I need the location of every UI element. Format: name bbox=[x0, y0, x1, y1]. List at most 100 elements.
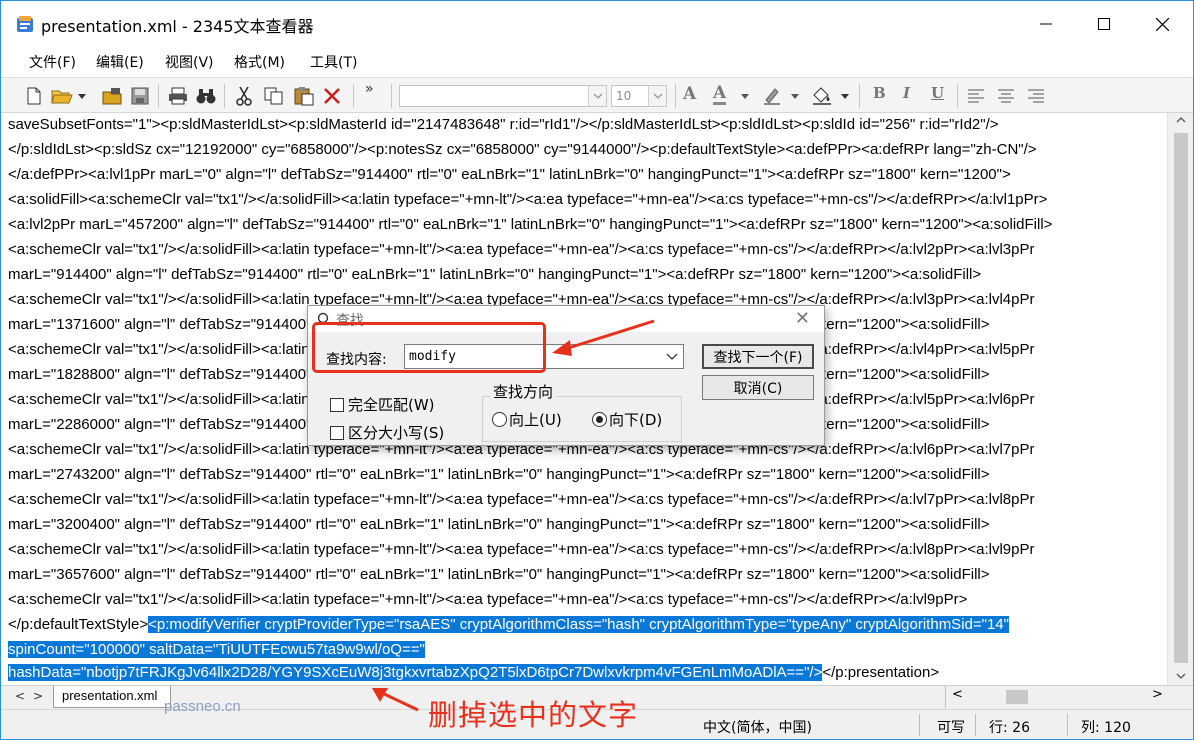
text-line[interactable]: spinCount="100000" saltData="TiUUTFEcwu5… bbox=[8, 638, 425, 662]
paste-button[interactable] bbox=[293, 85, 315, 107]
open-folder-icon bbox=[51, 90, 73, 104]
plain-text: </p:presentation> bbox=[822, 664, 940, 681]
selected-text[interactable]: <p:modifyVerifier cryptProviderType="rsa… bbox=[148, 616, 1009, 633]
font-size-select[interactable]: 10 bbox=[611, 85, 667, 107]
chevron-down-icon[interactable] bbox=[791, 94, 799, 99]
scroll-left-icon[interactable]: < bbox=[952, 687, 963, 702]
menu-tools[interactable]: 工具(T) bbox=[310, 52, 357, 72]
menu-file[interactable]: 文件(F) bbox=[29, 52, 76, 72]
delete-button[interactable] bbox=[321, 85, 343, 107]
text-line[interactable]: <a:schemeClr val="tx1"/></a:solidFill><a… bbox=[8, 238, 1035, 262]
save-icon bbox=[131, 87, 149, 105]
text-line[interactable]: marL="3200400" algn="l" defTabSz="914400… bbox=[8, 513, 990, 537]
chevron-down-icon bbox=[648, 86, 666, 106]
match-case-checkbox[interactable]: 区分大小写(S) bbox=[330, 422, 444, 443]
scroll-thumb[interactable] bbox=[1006, 690, 1028, 704]
text-line[interactable]: </p:sldIdLst><p:sldSz cx="12192000" cy="… bbox=[8, 138, 1037, 162]
copy-icon bbox=[264, 87, 283, 105]
align-left-icon bbox=[968, 89, 984, 103]
radio-dot bbox=[492, 412, 507, 427]
bold-button[interactable]: B bbox=[873, 84, 886, 102]
open-dropdown-button[interactable] bbox=[75, 85, 89, 107]
align-left-button[interactable] bbox=[965, 85, 987, 107]
chevron-down-icon[interactable] bbox=[841, 94, 849, 99]
maximize-button[interactable] bbox=[1075, 1, 1133, 47]
tab-prev-icon[interactable]: < bbox=[15, 689, 25, 703]
scroll-down-icon[interactable] bbox=[1176, 673, 1186, 679]
direction-down-radio[interactable]: 向下(D) bbox=[592, 409, 662, 430]
vertical-scrollbar[interactable] bbox=[1167, 113, 1193, 685]
checkbox-box bbox=[330, 425, 344, 440]
find-button[interactable] bbox=[195, 85, 217, 107]
cut-button[interactable] bbox=[233, 85, 255, 107]
scissors-icon bbox=[236, 86, 252, 106]
find-next-button[interactable]: 查找下一个(F) bbox=[702, 344, 814, 369]
app-icon bbox=[17, 16, 33, 32]
dialog-close-icon[interactable]: ✕ bbox=[795, 308, 810, 329]
app-window: presentation.xml - 2345文本查看器 文件(F) 编辑(E)… bbox=[0, 0, 1194, 740]
italic-button[interactable]: I bbox=[903, 84, 910, 102]
chevron-down-icon bbox=[78, 93, 86, 99]
watermark: passneo.cn bbox=[164, 698, 241, 715]
font-style-button[interactable]: A bbox=[683, 84, 696, 104]
text-line[interactable]: </p:defaultTextStyle><p:modifyVerifier c… bbox=[8, 613, 1009, 637]
tab-next-icon[interactable]: > bbox=[33, 689, 43, 703]
highlight-button[interactable] bbox=[761, 85, 783, 107]
row-status: 行: 26 bbox=[989, 720, 1030, 736]
scroll-thumb[interactable] bbox=[1174, 133, 1188, 663]
menu-format[interactable]: 格式(M) bbox=[234, 52, 285, 72]
align-right-icon bbox=[1028, 89, 1044, 103]
text-line[interactable]: <a:solidFill><a:schemeClr val="tx1"/></a… bbox=[8, 188, 1047, 212]
text-line[interactable]: marL="2743200" algn="l" defTabSz="914400… bbox=[8, 463, 990, 487]
chevron-down-icon bbox=[588, 86, 606, 106]
text-line[interactable]: saveSubsetFonts="1"><p:sldMasterIdLst><p… bbox=[8, 113, 999, 137]
fill-color-button[interactable] bbox=[811, 85, 833, 107]
minimize-button[interactable] bbox=[1017, 1, 1075, 47]
minimize-icon bbox=[1040, 23, 1052, 25]
text-line[interactable]: <a:schemeClr val="tx1"/></a:solidFill><a… bbox=[8, 488, 1035, 512]
save-button[interactable] bbox=[129, 85, 151, 107]
window-title: presentation.xml - 2345文本查看器 bbox=[41, 17, 314, 36]
open-recent-button[interactable] bbox=[101, 85, 123, 107]
selected-text[interactable]: spinCount="100000" saltData="TiUUTFEcwu5… bbox=[8, 641, 425, 658]
title-bar: presentation.xml - 2345文本查看器 bbox=[1, 1, 1193, 47]
text-line[interactable]: <a:lvl2pPr marL="457200" algn="l" defTab… bbox=[8, 213, 1052, 237]
direction-up-label: 向上(U) bbox=[509, 411, 562, 429]
horizontal-scrollbar[interactable]: < > bbox=[945, 686, 1167, 708]
text-line[interactable]: hashData="nbotjp7tFRJKgJv64llx2D28/YGY9S… bbox=[8, 661, 939, 685]
chevron-down-icon[interactable] bbox=[663, 346, 681, 367]
new-file-icon bbox=[27, 87, 41, 105]
text-line[interactable]: marL="914400" algn="l" defTabSz="914400"… bbox=[8, 263, 981, 287]
direction-up-radio[interactable]: 向上(U) bbox=[492, 409, 562, 430]
printer-icon bbox=[169, 87, 187, 105]
match-whole-checkbox[interactable]: 完全匹配(W) bbox=[330, 394, 435, 415]
selected-text[interactable]: hashData="nbotjp7tFRJKgJv64llx2D28/YGY9S… bbox=[8, 664, 823, 681]
direction-group-title: 查找方向 bbox=[490, 381, 557, 402]
underline-button[interactable]: U bbox=[931, 84, 944, 102]
open-file-button[interactable] bbox=[51, 85, 73, 107]
toolbar-overflow-icon[interactable]: » bbox=[365, 81, 374, 97]
scroll-up-icon[interactable] bbox=[1176, 117, 1186, 123]
align-center-button[interactable] bbox=[995, 85, 1017, 107]
new-file-button[interactable] bbox=[23, 85, 45, 107]
font-color-button[interactable]: A bbox=[713, 84, 727, 105]
match-whole-label: 完全匹配(W) bbox=[348, 396, 435, 414]
encoding-status: 中文(简体，中国) bbox=[703, 720, 812, 736]
chevron-down-icon[interactable] bbox=[741, 94, 749, 99]
text-line[interactable]: <a:schemeClr val="tx1"/></a:solidFill><a… bbox=[8, 538, 1035, 562]
menu-view[interactable]: 视图(V) bbox=[165, 52, 214, 72]
copy-button[interactable] bbox=[263, 85, 285, 107]
menu-edit[interactable]: 编辑(E) bbox=[96, 52, 144, 72]
delete-x-icon bbox=[324, 88, 340, 104]
text-line[interactable]: <a:schemeClr val="tx1"/></a:solidFill><a… bbox=[8, 588, 967, 612]
print-button[interactable] bbox=[167, 85, 189, 107]
text-line[interactable]: </a:defPPr><a:lvl1pPr marL="0" algn="l" … bbox=[8, 163, 1011, 187]
align-right-button[interactable] bbox=[1025, 85, 1047, 107]
close-button[interactable] bbox=[1133, 1, 1191, 47]
cancel-button[interactable]: 取消(C) bbox=[702, 375, 814, 400]
scroll-right-icon[interactable]: > bbox=[1152, 687, 1163, 702]
font-name-select[interactable] bbox=[399, 85, 607, 107]
paint-bucket-icon bbox=[813, 87, 831, 105]
text-line[interactable]: marL="3657600" algn="l" defTabSz="914400… bbox=[8, 563, 990, 587]
file-tab[interactable]: presentation.xml bbox=[53, 686, 171, 708]
